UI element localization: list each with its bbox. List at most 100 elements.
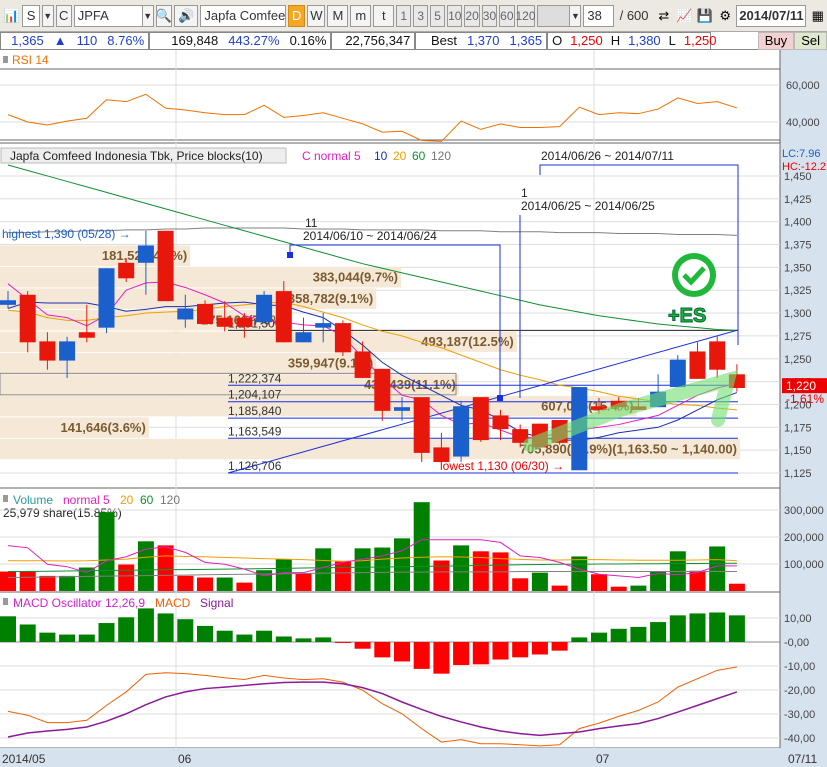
macd-osc-bar: [98, 623, 115, 642]
period-d-button[interactable]: D: [288, 4, 306, 27]
period1-range: 2014/06/10 ~ 2014/06/24: [303, 229, 437, 243]
macd-osc-bar: [630, 626, 647, 642]
period-w-button[interactable]: W: [307, 4, 326, 27]
candle-body: [177, 308, 194, 320]
ma20-legend[interactable]: 20: [393, 149, 407, 163]
volume-bar: [177, 575, 194, 591]
volume-pct: 443.27%: [228, 33, 280, 48]
price-tick-label: 1,275: [784, 331, 812, 343]
candle-body: [137, 245, 154, 263]
period2-count: 1: [521, 186, 528, 200]
open-label: O: [552, 33, 563, 48]
gear-icon[interactable]: ⚙: [716, 5, 734, 27]
macd-legend-marker-icon[interactable]: [3, 598, 8, 605]
volume-bar: [315, 548, 332, 591]
check-signal-icon: [672, 253, 716, 297]
buy-button[interactable]: Buy: [757, 31, 795, 50]
count-input[interactable]: 38: [583, 4, 614, 27]
volume-bar: [453, 545, 470, 591]
volume-bar: [709, 546, 726, 591]
macd-osc-bar: [728, 615, 745, 642]
speaker-icon[interactable]: 🔊: [173, 4, 199, 27]
period-marker-icon: [497, 395, 503, 401]
signal-legend: Signal: [200, 596, 233, 610]
chart-settings-icon[interactable]: 📊: [2, 5, 20, 27]
ma120-legend[interactable]: 120: [431, 149, 451, 163]
macd-osc-bar: [669, 615, 686, 642]
macd-tick-label: 10,00: [784, 613, 812, 625]
change-arrow-icon: ▲: [53, 33, 67, 48]
calendar-icon[interactable]: ▦: [808, 5, 826, 27]
lowest-annotation: lowest 1,130 (06/30) →: [440, 459, 564, 473]
macd-osc-bar: [394, 642, 410, 662]
candle-body: [157, 230, 174, 302]
price-tick-label: 1,125: [784, 468, 812, 480]
period1-count: 11: [305, 216, 318, 230]
symbol-input[interactable]: JPFA: [73, 4, 143, 27]
code-type-button[interactable]: C: [55, 4, 72, 27]
interval-20-button[interactable]: 20: [464, 4, 480, 27]
candle-body: [78, 332, 95, 338]
high-value: 1,380: [628, 33, 661, 48]
indicator-icon[interactable]: 📈: [675, 5, 693, 27]
interval-10-button[interactable]: 10: [447, 4, 463, 27]
interval-3-button[interactable]: 3: [413, 4, 429, 27]
low-value: 1,250: [683, 33, 717, 48]
x-label-may: 2014/05: [2, 752, 46, 766]
macd-osc-bar: [59, 634, 76, 642]
macd-osc-bar: [334, 642, 351, 643]
volume-tick-label: 300,000: [784, 505, 824, 517]
period-minute-button[interactable]: m: [350, 4, 372, 27]
quote-bar: 1,365 ▲ 110 8.76% 169,848 443.27% 0.16% …: [0, 31, 827, 50]
total-count: / 600: [619, 8, 649, 23]
candle-body: [98, 268, 115, 328]
chart-area[interactable]: 1,4501,4251,4001,3751,3501,3251,3001,275…: [0, 50, 827, 767]
candle-body: [295, 332, 312, 343]
volume-bar: [197, 577, 213, 591]
x-label-jun: 06: [178, 752, 192, 766]
ma60-legend[interactable]: 60: [412, 149, 426, 163]
volume-bar: [728, 583, 745, 591]
volume-legend-marker-icon[interactable]: [3, 495, 8, 502]
interval-60-button[interactable]: 60: [499, 4, 515, 27]
search-icon[interactable]: 🔍: [156, 4, 172, 27]
date-input[interactable]: 2014/07/11: [736, 4, 807, 27]
change-pct: 8.76%: [107, 33, 145, 48]
interval-1-button[interactable]: 1: [396, 4, 412, 27]
macd-osc-bar: [157, 613, 174, 642]
volume-tick-label: 100,000: [784, 559, 824, 571]
price-cell: 1,365 ▲ 110 8.76%: [0, 31, 150, 50]
ma5-legend[interactable]: C normal 5: [302, 149, 361, 163]
interval-dropdown-icon[interactable]: ▼: [569, 4, 582, 27]
volume-bar: [98, 512, 115, 591]
market-select[interactable]: S: [22, 4, 40, 27]
save-icon[interactable]: 💾: [696, 5, 714, 27]
volume-bar: [354, 548, 371, 591]
interval-30-button[interactable]: 30: [481, 4, 498, 27]
candle-body: [275, 291, 292, 343]
symbol-dropdown-icon[interactable]: ▼: [141, 4, 154, 27]
best-bid: 1,365: [509, 33, 543, 48]
interval-5-button[interactable]: 5: [430, 4, 446, 27]
candle-body: [689, 351, 706, 379]
sell-button[interactable]: Sel: [794, 31, 827, 50]
lc-label: LC:7.96: [782, 148, 821, 160]
ma10-legend[interactable]: 10: [374, 149, 388, 163]
market-dropdown-icon[interactable]: ▼: [41, 4, 54, 27]
macd-tick-label: -0,00: [784, 637, 809, 649]
period-tick-button[interactable]: t: [373, 4, 395, 27]
price-tick-label: 1,175: [784, 422, 812, 434]
volume-bar: [236, 582, 253, 591]
compare-icon[interactable]: ⇄: [655, 5, 673, 27]
interval-120-button[interactable]: 120: [515, 4, 536, 27]
interval-custom-select[interactable]: [536, 4, 571, 27]
rsi-legend-marker-icon[interactable]: [3, 56, 8, 63]
volume-bar: [512, 578, 529, 591]
macd-osc-bar: [512, 642, 529, 658]
volume-bar: [413, 502, 430, 591]
period-m-button[interactable]: M: [327, 4, 349, 27]
candle-body: [453, 406, 470, 457]
last-price: 1,365: [11, 33, 44, 48]
volume-ma5-legend: normal 5: [63, 493, 110, 507]
price-block-label: 383,044(9.7%): [313, 270, 398, 285]
